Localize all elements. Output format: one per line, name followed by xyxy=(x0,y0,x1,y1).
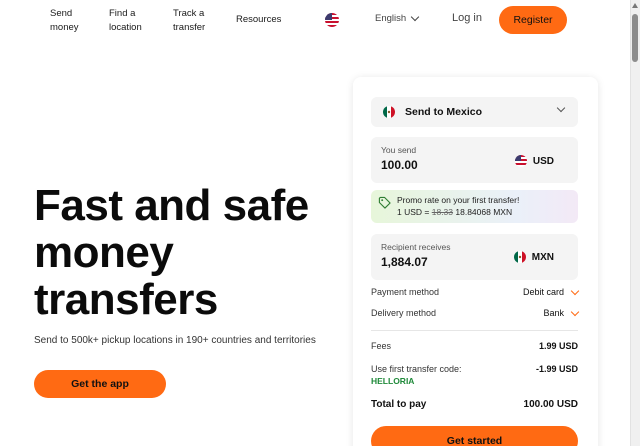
total-value: 100.00 USD xyxy=(523,399,578,410)
delivery-method-label: Delivery method xyxy=(371,308,437,318)
chevron-down-icon xyxy=(570,286,580,295)
payment-method-label: Payment method xyxy=(371,287,440,297)
delivery-method-row: Delivery method Bank xyxy=(371,307,580,318)
you-send-field[interactable]: You send 100.00 USD xyxy=(371,137,578,183)
mexico-flag-icon xyxy=(383,106,395,118)
nav-find-location[interactable]: Find a location xyxy=(109,7,157,35)
total-label: Total to pay xyxy=(371,399,427,410)
transfer-calculator: Send to Mexico You send 100.00 USD Promo… xyxy=(353,77,598,446)
promo-rate-prefix: 1 USD = xyxy=(397,207,432,217)
send-currency-select[interactable]: USD xyxy=(514,155,554,167)
fees-value: 1.99 USD xyxy=(538,341,578,351)
chevron-down-icon xyxy=(570,307,580,316)
divider xyxy=(371,330,578,331)
promo-old-rate: 18.33 xyxy=(431,207,454,217)
first-code: HELLORIA xyxy=(371,376,415,386)
destination-label: Send to Mexico xyxy=(405,106,483,118)
nav-track-transfer[interactable]: Track a transfer xyxy=(173,7,217,35)
register-button[interactable]: Register xyxy=(499,6,567,34)
us-flag-icon[interactable] xyxy=(325,13,339,27)
scroll-up-icon[interactable] xyxy=(632,3,638,8)
delivery-method-select[interactable]: Bank xyxy=(543,307,580,318)
login-link[interactable]: Log in xyxy=(452,12,482,24)
get-the-app-button[interactable]: Get the app xyxy=(34,370,166,398)
fees-row: Fees 1.99 USD xyxy=(371,341,578,351)
total-row: Total to pay 100.00 USD xyxy=(371,399,578,410)
payment-method-select[interactable]: Debit card xyxy=(522,286,580,297)
recipient-receives-field[interactable]: Recipient receives 1,884.07 MXN xyxy=(371,234,578,280)
payment-method-row: Payment method Debit card xyxy=(371,286,580,297)
nav-send-money[interactable]: Send money xyxy=(50,7,90,35)
receive-currency-select[interactable]: MXN xyxy=(513,251,554,263)
first-transfer-code-row: Use first transfer code: HELLORIA -1.99 … xyxy=(371,364,578,386)
chevron-down-icon xyxy=(410,12,420,22)
fees-label: Fees xyxy=(371,341,392,351)
hero-title: Fast and safe money transfers xyxy=(34,181,309,324)
mexico-flag-icon xyxy=(513,251,526,263)
get-started-button[interactable]: Get started xyxy=(371,426,578,446)
chevron-down-icon xyxy=(556,103,566,113)
scrollbar-thumb[interactable] xyxy=(632,14,638,62)
promo-new-rate: 18.84068 MXN xyxy=(455,207,513,217)
page-scrollbar[interactable] xyxy=(630,0,640,446)
send-currency-code: USD xyxy=(532,155,554,167)
you-send-label: You send xyxy=(381,145,417,155)
language-label: English xyxy=(375,13,407,24)
promo-headline: Promo rate on your first transfer! xyxy=(397,195,520,205)
hero-subtitle: Send to 500k+ pickup locations in 190+ c… xyxy=(34,335,316,346)
first-code-discount: -1.99 USD xyxy=(535,364,578,374)
delivery-method-value: Bank xyxy=(543,308,564,318)
receive-currency-code: MXN xyxy=(531,251,554,263)
tag-icon xyxy=(378,196,391,209)
payment-method-value: Debit card xyxy=(522,287,564,297)
language-select[interactable]: English xyxy=(375,12,420,24)
promo-banner: Promo rate on your first transfer! 1 USD… xyxy=(371,190,578,223)
destination-select[interactable]: Send to Mexico xyxy=(371,97,578,127)
nav-resources[interactable]: Resources xyxy=(236,13,281,27)
us-flag-icon xyxy=(514,155,527,167)
promo-rate: 1 USD = 18.33 18.84068 MXN xyxy=(397,207,570,217)
